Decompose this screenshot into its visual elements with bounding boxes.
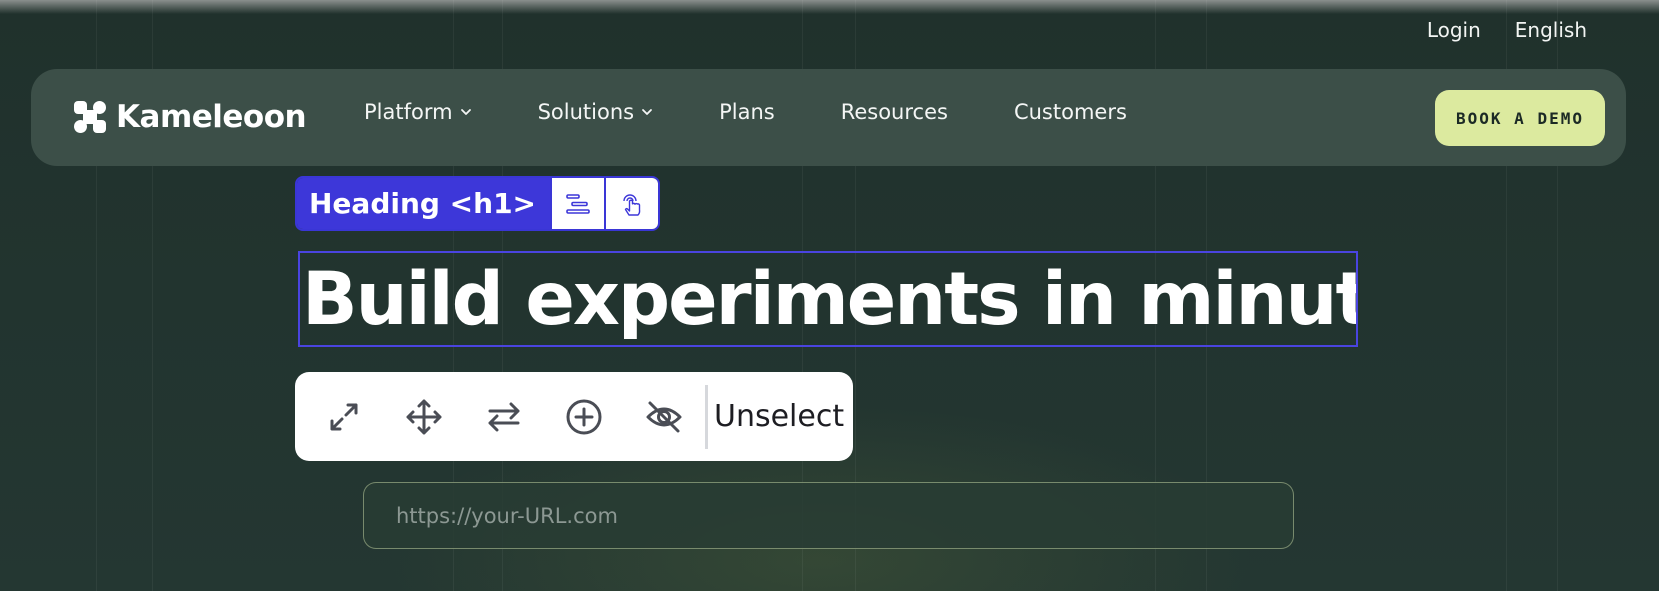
- move-button[interactable]: [393, 386, 455, 448]
- pointer-icon: [623, 193, 641, 216]
- add-element-button[interactable]: [553, 386, 615, 448]
- move-icon: [406, 399, 442, 434]
- select-pointer-button[interactable]: [604, 178, 659, 229]
- element-tag-label: Heading <h1>: [297, 178, 551, 229]
- nav-item-plans[interactable]: Plans: [719, 100, 775, 124]
- brand-logo[interactable]: Kameleoon: [74, 99, 307, 135]
- hide-icon: [646, 401, 682, 432]
- unselect-button[interactable]: Unselect: [714, 399, 844, 434]
- hide-element-button[interactable]: [633, 386, 695, 448]
- nav-label: Solutions: [537, 100, 635, 124]
- language-selector[interactable]: English: [1515, 18, 1587, 42]
- nav-item-customers[interactable]: Customers: [1014, 100, 1127, 124]
- resize-button[interactable]: [313, 386, 375, 448]
- nav-label: Customers: [1013, 100, 1127, 124]
- nav-item-resources[interactable]: Resources: [841, 100, 948, 124]
- chevron-down-icon: [642, 109, 652, 115]
- primary-nav: Platform Solutions Plans Resources Custo…: [364, 100, 1193, 124]
- nav-label: Plans: [719, 100, 775, 124]
- selected-heading-outline[interactable]: Build experiments in minutes: [298, 251, 1358, 347]
- hero-heading: Build experiments in minutes: [302, 256, 1358, 342]
- add-icon: [566, 399, 602, 434]
- element-tag-bar: Heading <h1>: [295, 176, 661, 231]
- url-input[interactable]: [363, 482, 1294, 549]
- nav-item-platform[interactable]: Platform: [364, 100, 472, 124]
- main-navbar: Kameleoon Platform Solutions Plans Resou…: [31, 69, 1626, 166]
- top-shadow: [0, 0, 1659, 14]
- nav-item-solutions[interactable]: Solutions: [538, 100, 654, 124]
- align-button[interactable]: [550, 178, 605, 229]
- utility-links: Login English: [1427, 18, 1587, 42]
- toolbar-divider: [705, 384, 708, 449]
- swap-icon: [488, 402, 520, 431]
- swap-button[interactable]: [473, 386, 535, 448]
- nav-label: Resources: [840, 100, 948, 124]
- kameleoon-logo-icon: [74, 101, 106, 133]
- brand-name: Kameleoon: [116, 99, 307, 135]
- login-link[interactable]: Login: [1427, 18, 1481, 42]
- align-icon: [566, 193, 590, 214]
- chevron-down-icon: [460, 109, 471, 115]
- nav-label: Platform: [364, 100, 453, 124]
- resize-icon: [330, 403, 358, 430]
- element-toolbar: Unselect: [295, 372, 853, 461]
- book-demo-button[interactable]: BOOK A DEMO: [1435, 90, 1605, 146]
